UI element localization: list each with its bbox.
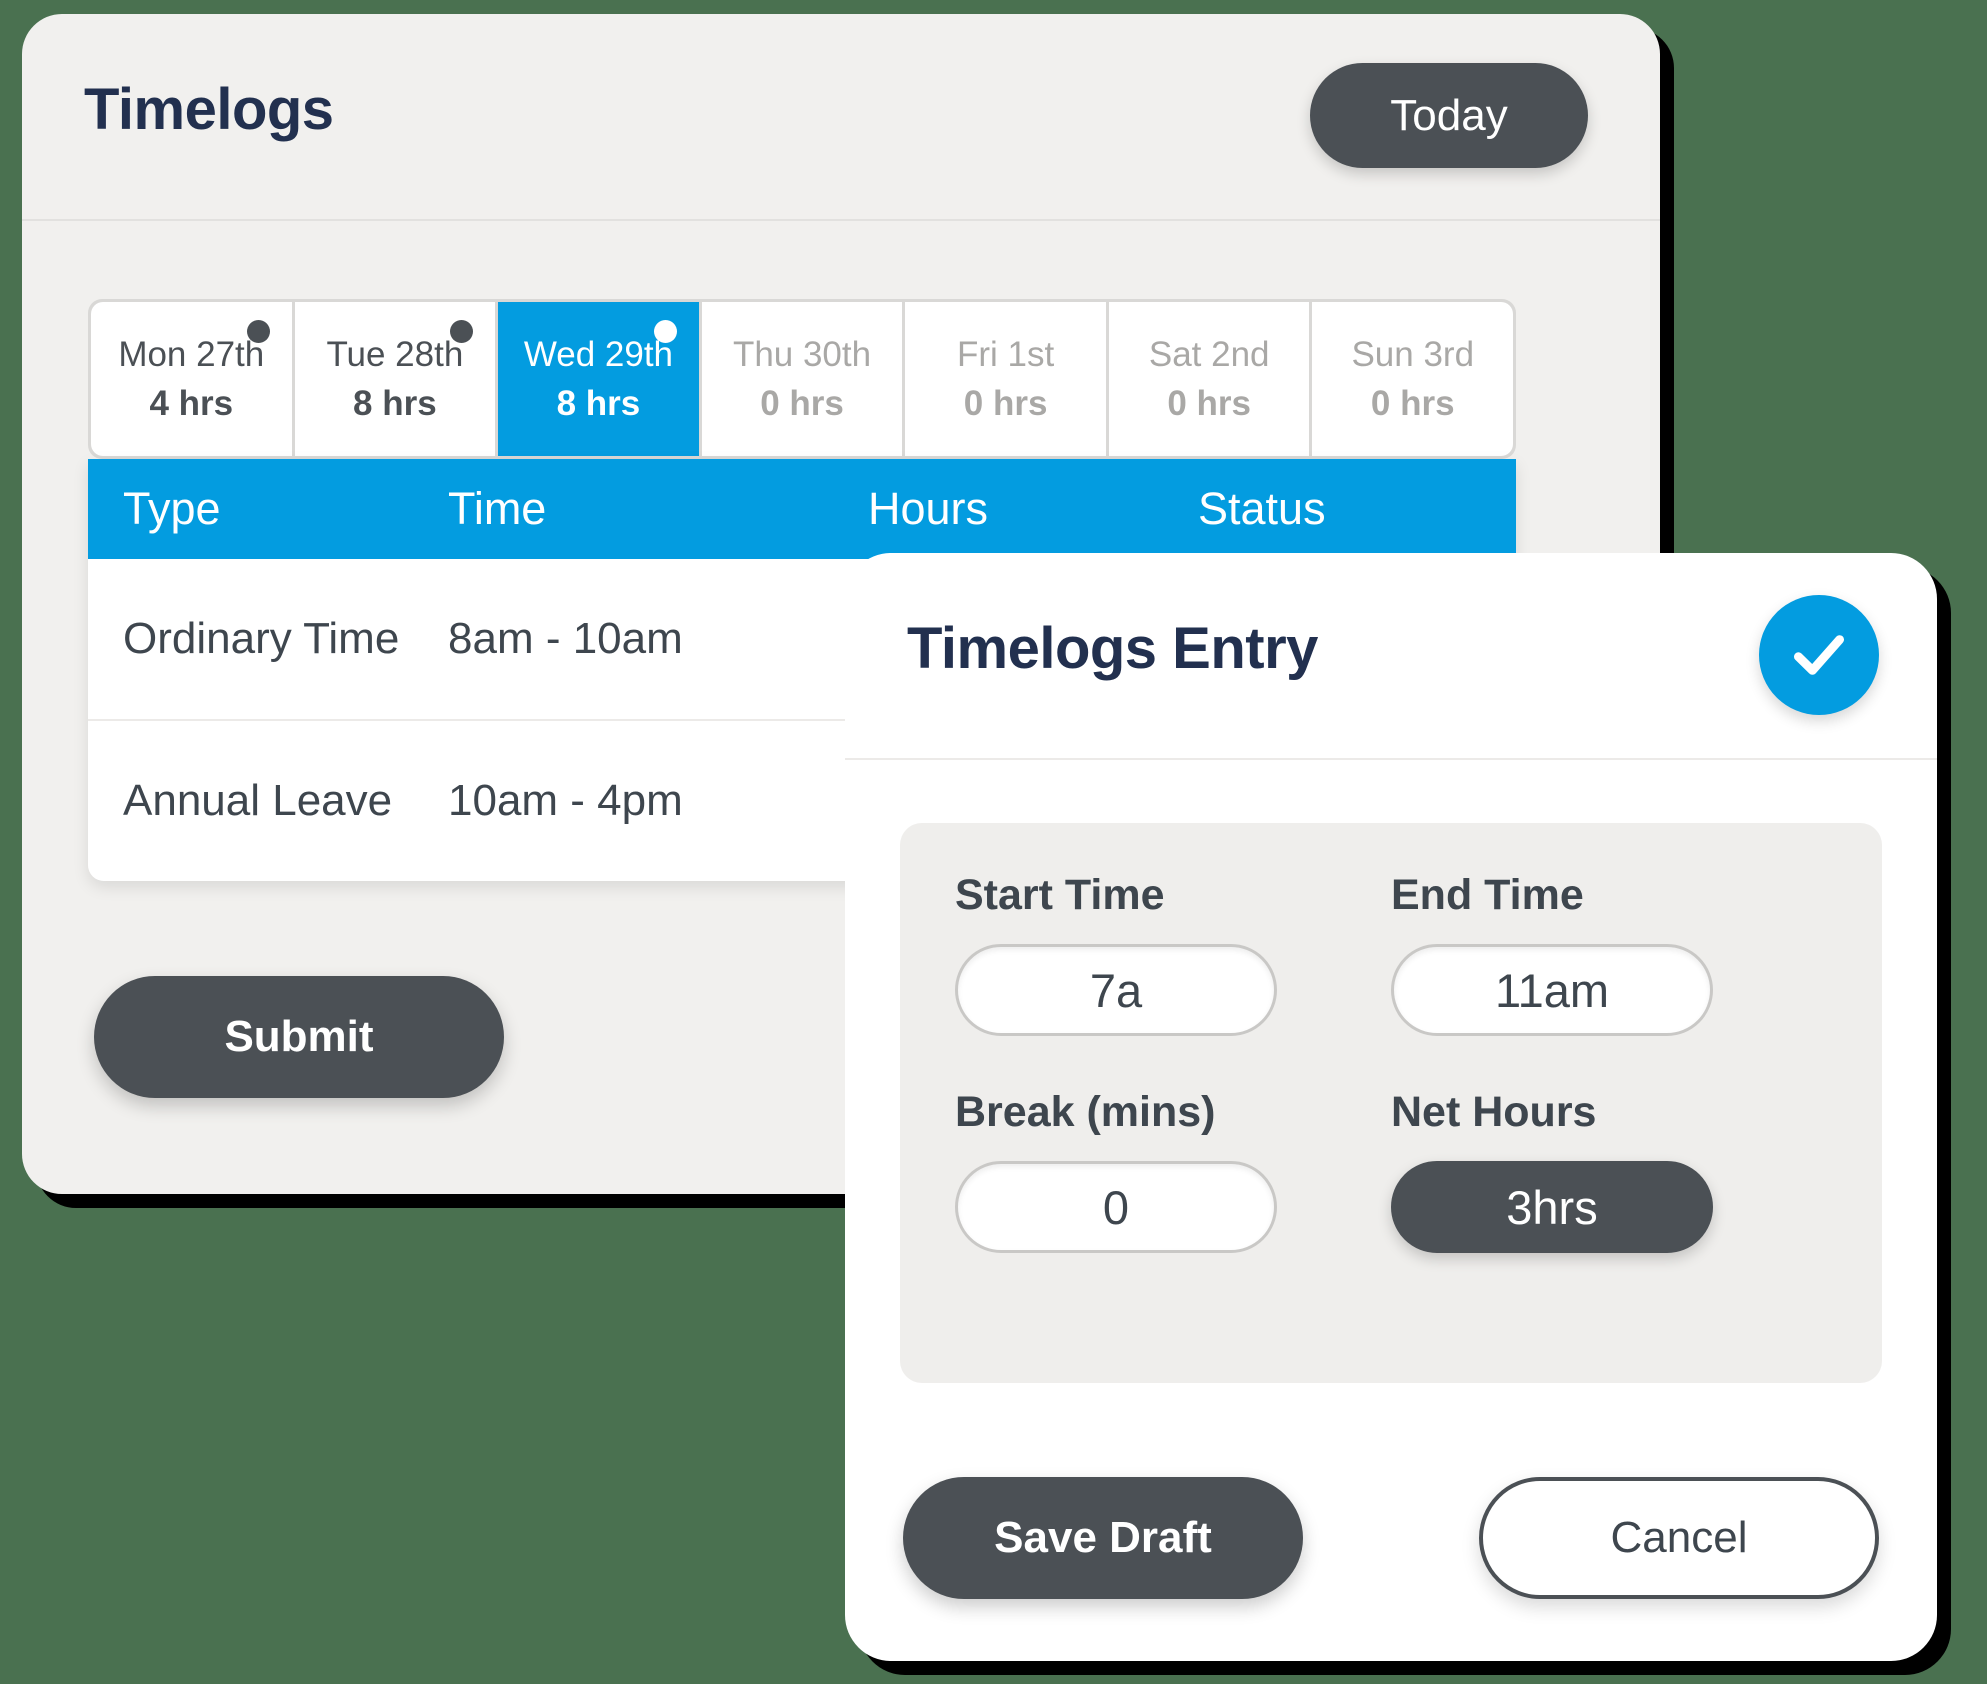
- day-tab-hours: 8 hrs: [353, 383, 437, 423]
- day-tab-wed[interactable]: Wed 29th 8 hrs: [498, 302, 699, 456]
- day-tab-label: Fri 1st: [956, 334, 1055, 374]
- day-status-dot-icon: [246, 320, 270, 343]
- end-time-field-group: End Time 11am: [1391, 871, 1827, 1036]
- day-tab-mon[interactable]: Mon 27th 4 hrs: [91, 302, 292, 456]
- cancel-button[interactable]: Cancel: [1479, 1477, 1879, 1599]
- entry-form-panel: Start Time 7a End Time 11am Break (mins)…: [900, 823, 1882, 1383]
- day-tab-hours: 4 hrs: [149, 383, 234, 423]
- column-header-type: Type: [123, 483, 221, 534]
- day-tab-sun[interactable]: Sun 3rd 0 hrs: [1312, 302, 1514, 456]
- modal-header: Timelogs Entry: [845, 553, 1937, 760]
- start-time-field-group: Start Time 7a: [955, 871, 1391, 1036]
- day-tab-hours: 0 hrs: [1167, 383, 1251, 423]
- net-hours-label: Net Hours: [1391, 1088, 1597, 1136]
- table-header-row: Type Time Hours Status: [88, 459, 1516, 559]
- net-hours-value: 3hrs: [1391, 1161, 1713, 1253]
- cell-type: Annual Leave: [123, 776, 393, 825]
- end-time-label: End Time: [1391, 871, 1584, 919]
- day-tab-bar: Mon 27th 4 hrs Tue 28th 8 hrs Wed 29th 8 hrs T…: [88, 299, 1516, 459]
- timelogs-header: Timelogs Today: [22, 14, 1660, 221]
- break-mins-label: Break (mins): [955, 1088, 1216, 1136]
- start-time-input[interactable]: 7a: [955, 944, 1277, 1036]
- day-status-dot-icon: [653, 320, 677, 343]
- column-header-hours: Hours: [868, 483, 989, 534]
- submit-button[interactable]: Submit: [94, 976, 504, 1098]
- day-tab-thu[interactable]: Thu 30th 0 hrs: [701, 302, 903, 456]
- check-circle-icon[interactable]: [1759, 595, 1879, 715]
- day-tab-sat[interactable]: Sat 2nd 0 hrs: [1108, 302, 1310, 456]
- cell-type: Ordinary Time: [123, 614, 400, 663]
- start-time-label: Start Time: [955, 871, 1165, 919]
- column-header-status: Status: [1198, 483, 1326, 534]
- column-header-time: Time: [448, 483, 547, 534]
- day-tab-hours: 8 hrs: [556, 383, 641, 423]
- net-hours-field-group: Net Hours 3hrs: [1391, 1088, 1827, 1253]
- timelogs-entry-modal: Timelogs Entry Start Time 7a End Time 11…: [845, 553, 1937, 1661]
- page-title: Timelogs: [84, 77, 334, 142]
- modal-action-bar: Save Draft Cancel: [903, 1477, 1879, 1599]
- day-tab-label: Sat 2nd: [1148, 334, 1270, 374]
- cell-time: 8am - 10am: [448, 614, 683, 663]
- day-tab-tue[interactable]: Tue 28th 8 hrs: [294, 302, 496, 456]
- day-tab-hours: 0 hrs: [760, 383, 844, 423]
- break-mins-input[interactable]: 0: [955, 1161, 1277, 1253]
- day-tab-label: Thu 30th: [732, 334, 872, 374]
- end-time-input[interactable]: 11am: [1391, 944, 1713, 1036]
- day-tab-label: Sun 3rd: [1351, 334, 1475, 374]
- day-tab-hours: 0 hrs: [963, 383, 1048, 423]
- day-tab-fri[interactable]: Fri 1st 0 hrs: [905, 302, 1106, 456]
- cell-time: 10am - 4pm: [448, 776, 683, 825]
- day-tab-hours: 0 hrs: [1370, 383, 1455, 423]
- break-mins-field-group: Break (mins) 0: [955, 1088, 1391, 1253]
- day-tab-label: Wed 29th: [523, 334, 674, 374]
- day-tab-label: Tue 28th: [326, 334, 464, 374]
- modal-title: Timelogs Entry: [907, 616, 1318, 681]
- save-draft-button[interactable]: Save Draft: [903, 1477, 1303, 1599]
- day-status-dot-icon: [450, 320, 474, 343]
- today-button[interactable]: Today: [1310, 63, 1588, 168]
- day-tab-label: Mon 27th: [118, 334, 265, 374]
